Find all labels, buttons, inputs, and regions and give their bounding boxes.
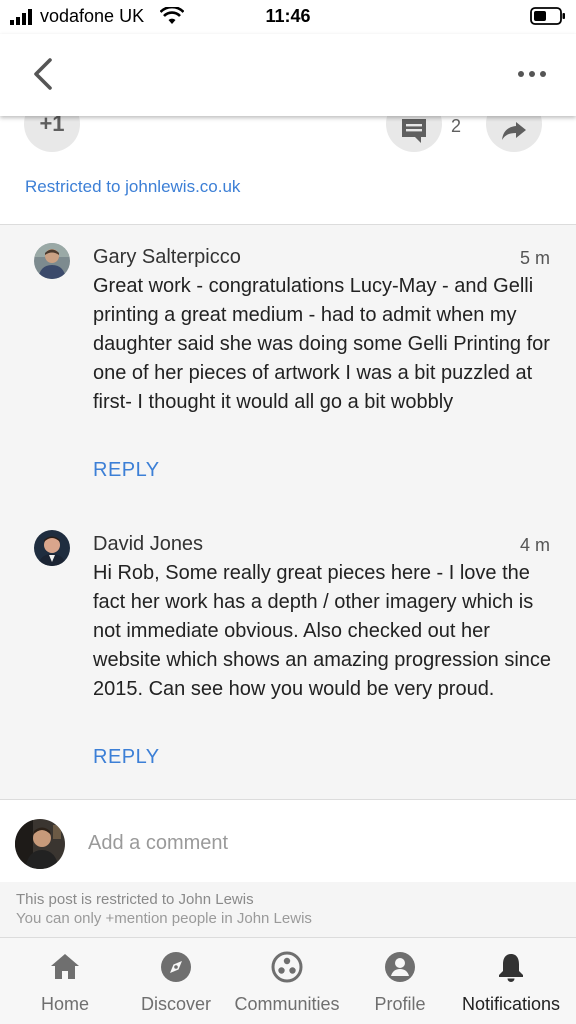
nav-profile[interactable]: Profile [350,938,450,1024]
more-options-icon[interactable] [516,64,548,84]
battery-icon [530,7,565,25]
bottom-navigation: Home Discover Communities Profile Notifi… [0,938,576,1024]
nav-home[interactable]: Home [15,938,115,1024]
profile-icon [385,952,415,982]
comment-icon [402,119,426,143]
nav-notifications[interactable]: Notifications [452,938,570,1024]
top-app-bar [0,34,576,116]
nav-label: Discover [140,994,211,1014]
back-arrow-icon[interactable] [28,56,60,92]
avatar-image [15,819,65,869]
nav-label: Notifications [461,994,561,1014]
share-icon [502,122,526,140]
my-avatar [15,819,65,869]
notice-title: This post is restricted to John Lewis [16,891,254,908]
nav-label: Profile [374,994,426,1014]
compass-icon [161,952,191,982]
comment-author[interactable]: David Jones [93,533,203,556]
comment-author[interactable]: Gary Salterpicco [93,246,241,269]
reply-button[interactable]: REPLY [93,746,160,769]
comment-text: Hi Rob, Some really great pieces here - … [93,562,552,700]
comment-time: 4 m [519,535,550,555]
nav-communities[interactable]: Communities [226,938,348,1024]
comments-list: Gary Salterpicco 5 m Great work - congra… [0,225,576,800]
notice-subtitle: You can only +mention people in John Lew… [16,910,312,927]
bell-icon [499,954,523,982]
restriction-notice: This post is restricted to John Lewis Yo… [0,882,576,938]
nav-label: Communities [234,994,340,1014]
status-bar: vodafone UK 11:46 [0,0,576,34]
nav-discover[interactable]: Discover [126,938,226,1024]
comment-count: 2 [451,116,462,136]
restricted-link[interactable]: Restricted to johnlewis.co.uk [25,177,240,197]
reply-button[interactable]: REPLY [93,459,160,482]
avatar-image [34,243,70,279]
avatar[interactable] [34,243,70,279]
avatar[interactable] [34,530,70,566]
home-icon [51,954,79,979]
status-time: 11:46 [265,6,311,26]
add-comment-input[interactable]: Add a comment [88,832,228,855]
avatar-image [34,530,70,566]
comment-time: 5 m [519,248,550,268]
add-comment-bar: Add a comment [0,800,576,882]
post-actions: +1 2 Restricted to johnlewis.co.uk [0,96,576,225]
nav-label: Home [40,994,89,1014]
communities-icon [271,951,303,983]
comment-text: Great work - congratulations Lucy-May - … [93,275,550,413]
